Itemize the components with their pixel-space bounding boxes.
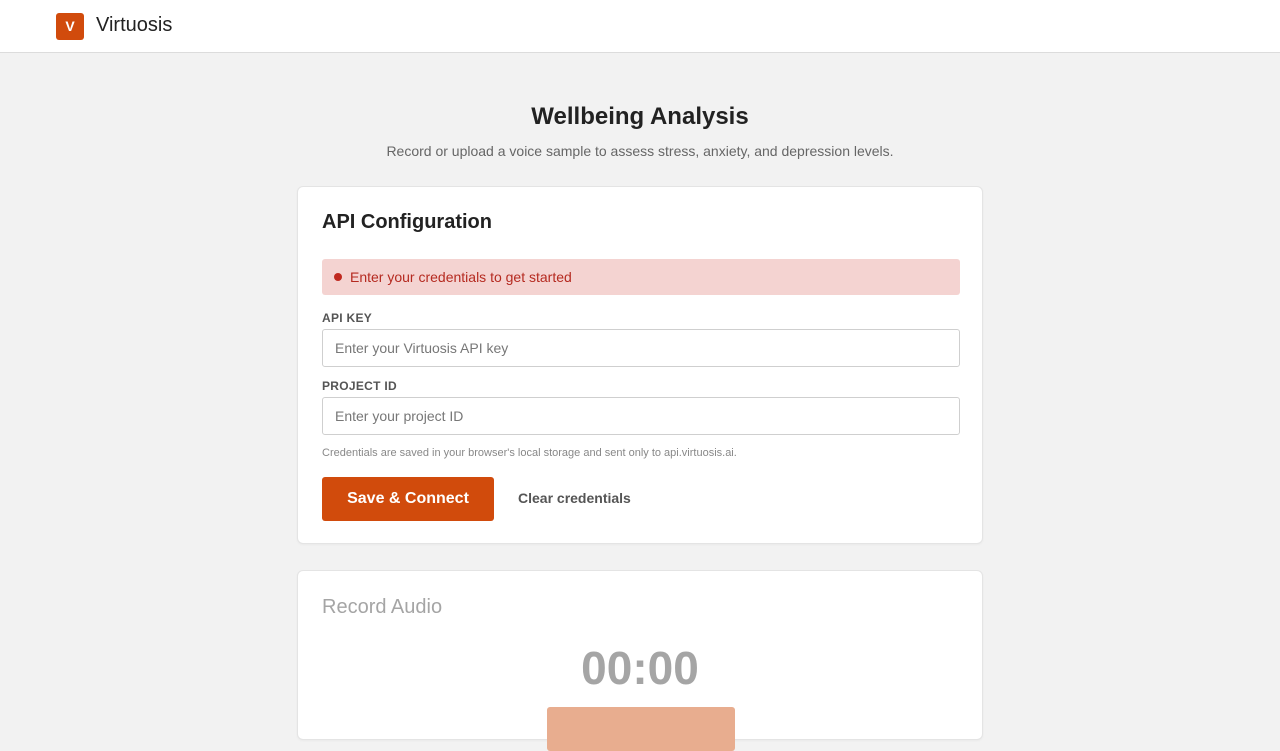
record-button[interactable] <box>547 707 735 751</box>
credentials-hint: Credentials are saved in your browser's … <box>322 447 737 459</box>
top-navigation-bar: V Virtuosis <box>0 0 1280 53</box>
api-key-label: API KEY <box>322 311 373 325</box>
save-connect-button[interactable]: Save & Connect <box>322 477 494 521</box>
credentials-alert: Enter your credentials to get started <box>322 259 960 295</box>
api-key-input[interactable] <box>322 329 960 367</box>
page-title: Wellbeing Analysis <box>531 103 749 130</box>
card-title: API Configuration <box>322 211 492 233</box>
page-subtitle: Record or upload a voice sample to asses… <box>386 143 894 159</box>
project-id-input[interactable] <box>322 397 960 435</box>
recording-timer: 00:00 <box>581 642 699 694</box>
project-id-label: PROJECT ID <box>322 379 398 393</box>
alert-message: Enter your credentials to get started <box>350 269 572 285</box>
card-title: Record Audio <box>322 596 443 618</box>
brand-name: Virtuosis <box>96 14 173 36</box>
record-audio-card: Record Audio 00:00 <box>297 570 983 751</box>
alert-dot-icon <box>334 273 342 281</box>
logo-icon: V <box>56 13 84 40</box>
clear-credentials-button[interactable]: Clear credentials <box>518 490 631 506</box>
api-configuration-card: API Configuration Enter your credentials… <box>297 186 983 544</box>
